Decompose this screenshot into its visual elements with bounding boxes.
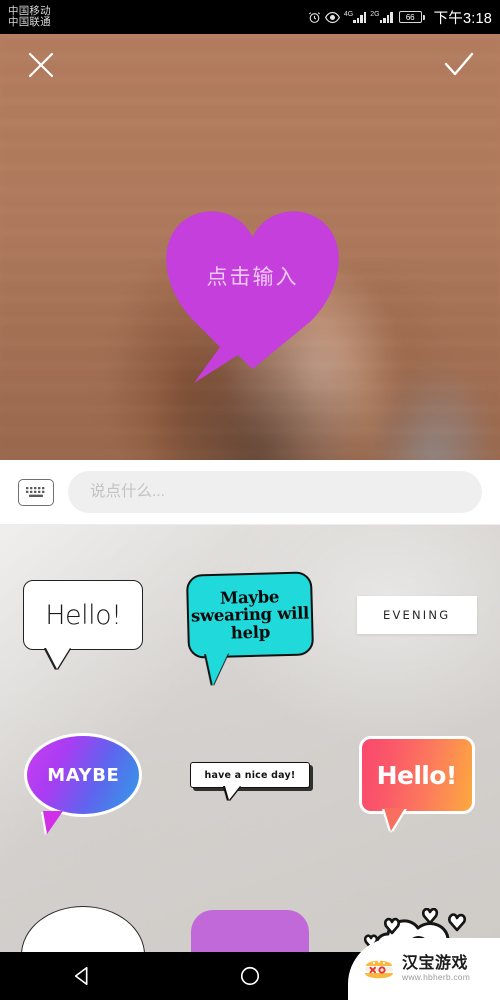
close-button[interactable] (22, 46, 60, 84)
home-icon (240, 966, 260, 986)
keyboard-toggle-button[interactable] (18, 478, 54, 506)
watermark-title: 汉宝游戏 (402, 955, 469, 973)
status-bar: 中国移动 中国联通 4G 2G 66 下午3:18 (0, 0, 500, 34)
sticker-item-have-a-nice-day[interactable]: have a nice day! (167, 695, 334, 855)
watermark-url: www.hbherb.com (402, 972, 470, 983)
bubble-tail-icon (205, 653, 229, 687)
battery-icon: 66 (398, 11, 425, 23)
heart-speech-bubble-sticker[interactable]: 点击输入 (160, 197, 345, 392)
signal-4g-icon: 4G (343, 10, 367, 23)
keyboard-icon (26, 487, 45, 497)
bubble-tail-icon (224, 786, 240, 800)
close-icon (28, 52, 54, 78)
bubble-tail-icon (43, 811, 64, 834)
status-icons: 4G 2G 66 下午3:18 (308, 7, 492, 28)
sticker-item-hello-outline[interactable]: Hello! (0, 535, 167, 695)
network-2-label: 2G (370, 10, 380, 18)
nav-back-button[interactable] (53, 952, 113, 1000)
sticker-label: have a nice day! (204, 769, 296, 781)
carrier-2-label: 中国联通 (8, 16, 51, 28)
editor-toolbar (0, 34, 500, 96)
network-1-label: 4G (343, 10, 354, 18)
sticker-item-hello-gradient[interactable]: Hello! (333, 695, 500, 855)
bubble-tail-icon (383, 808, 405, 831)
watermark-badge: 汉宝游戏 www.hbherb.com (348, 938, 500, 1000)
sticker-label: MAYBE (47, 764, 120, 786)
sticker-label: EVENING (383, 608, 451, 622)
back-icon (75, 966, 88, 986)
burger-logo-icon (362, 954, 396, 984)
sticker-item-maybe[interactable]: MAYBE (0, 695, 167, 855)
sticker-item-amazing[interactable]: Amazing (0, 855, 167, 952)
sticker-label: Maybe swearing will help (190, 587, 310, 643)
carrier-labels: 中国移动 中国联通 (8, 5, 51, 29)
sticker-item-evening[interactable]: EVENING (333, 535, 500, 695)
sticker-grid: Hello! Maybe swearing will help EVENING … (0, 525, 500, 952)
caption-input-row (0, 460, 500, 525)
clock-label: 下午3:18 (433, 10, 492, 27)
check-icon (444, 52, 474, 76)
confirm-button[interactable] (440, 46, 478, 84)
battery-level-label: 66 (398, 11, 422, 23)
caption-input[interactable] (68, 471, 482, 513)
bubble-tail-icon (46, 648, 71, 669)
sticker-item-maybe-swearing[interactable]: Maybe swearing will help (167, 535, 334, 695)
watermark-text: 汉宝游戏 www.hbherb.com (402, 955, 470, 982)
sticker-label: Hello! (376, 760, 458, 790)
photo-editor-canvas[interactable]: 点击输入 (0, 34, 500, 460)
sticker-label: Hello! (45, 599, 122, 631)
signal-2g-icon: 2G (370, 10, 393, 23)
eye-icon (324, 11, 340, 24)
sticker-item-but-why[interactable]: But why? (167, 855, 334, 952)
sticker-panel[interactable]: Hello! Maybe swearing will help EVENING … (0, 525, 500, 952)
nav-home-button[interactable] (220, 952, 280, 1000)
phone-screen: 中国移动 中国联通 4G 2G 66 下午3:18 点击输入 说点什么... H… (0, 0, 500, 1000)
heart-bubble-icon (166, 211, 339, 383)
alarm-icon (308, 11, 321, 24)
